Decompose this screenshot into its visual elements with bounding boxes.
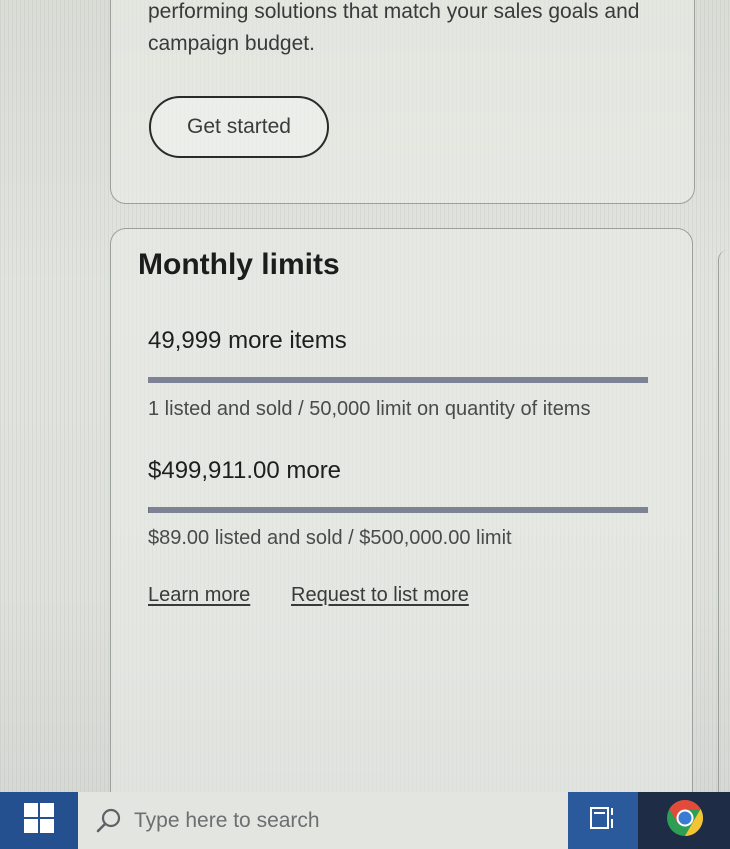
adjacent-panel-edge — [718, 250, 730, 810]
chrome-taskbar-button[interactable] — [640, 792, 730, 849]
get-started-button[interactable]: Get started — [149, 96, 329, 158]
request-to-list-more-link[interactable]: Request to list more — [291, 584, 469, 607]
task-view-icon — [588, 803, 618, 838]
start-button[interactable] — [0, 792, 78, 849]
search-placeholder: Type here to search — [134, 808, 320, 832]
search-icon — [92, 804, 126, 838]
promo-text: performing solutions that match your sal… — [148, 0, 640, 55]
monthly-limits-card — [110, 228, 693, 808]
taskbar: Type here to search — [0, 792, 730, 849]
windows-logo-icon — [24, 803, 54, 838]
taskbar-search-box[interactable]: Type here to search — [78, 792, 568, 849]
amount-progress-bar — [148, 507, 648, 513]
task-view-button[interactable] — [568, 792, 638, 849]
learn-more-link[interactable]: Learn more — [148, 584, 250, 607]
items-remaining: 49,999 more items — [148, 327, 347, 354]
items-progress-bar — [148, 377, 648, 383]
amount-limit-detail: $89.00 listed and sold / $500,000.00 lim… — [148, 527, 512, 549]
monthly-limits-title: Monthly limits — [138, 248, 340, 281]
chrome-icon — [665, 798, 705, 843]
amount-remaining: $499,911.00 more — [148, 457, 342, 484]
items-limit-detail: 1 listed and sold / 50,000 limit on quan… — [148, 398, 591, 420]
